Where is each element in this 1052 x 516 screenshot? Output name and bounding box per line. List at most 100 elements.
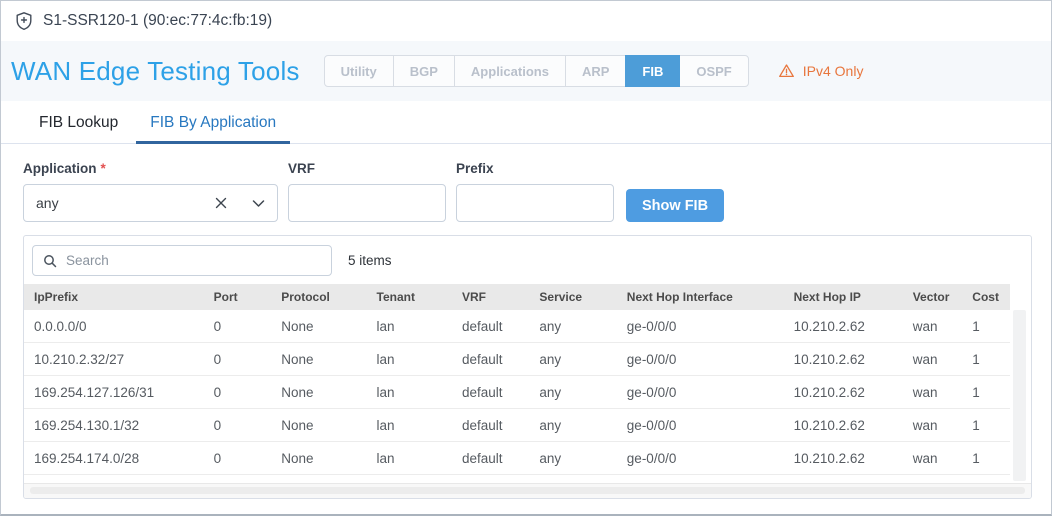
prefix-field: Prefix xyxy=(456,161,614,222)
cell-ipprefix: 169.254.130.1/32 xyxy=(34,417,140,433)
cell-ipprefix: 0.0.0.0/0 xyxy=(34,318,87,334)
cell-next-hop-interface: ge-0/0/0 xyxy=(626,351,677,367)
table-row[interactable]: 0.0.0.0/0 0 None lan default any ge-0/0/0 10.21… xyxy=(24,310,1010,343)
cell-service: any xyxy=(539,351,562,367)
cell-vector: wan xyxy=(912,384,938,400)
cell-protocol: None xyxy=(281,450,314,466)
table-row[interactable]: 169.254.130.1/32 0 None lan default any ge-0/0… xyxy=(24,409,1010,442)
application-select[interactable]: any xyxy=(23,184,278,222)
search-icon xyxy=(43,254,57,268)
column-header-protocol[interactable]: Protocol xyxy=(273,290,368,304)
show-fib-button[interactable]: Show FIB xyxy=(626,189,725,222)
cell-port: 0 xyxy=(213,417,222,433)
prefix-label: Prefix xyxy=(456,161,494,176)
cell-cost: 1 xyxy=(972,417,980,433)
cell-cost: 1 xyxy=(972,384,980,400)
table-toolbar: 5 items xyxy=(24,236,1031,284)
search-input[interactable] xyxy=(66,253,321,268)
required-marker: * xyxy=(100,161,106,176)
fib-results-table: 5 items IpPrefixPortProtocolTenantVRFSer… xyxy=(23,235,1032,499)
subtab-fib-lookup[interactable]: FIB Lookup xyxy=(25,101,132,144)
table-row[interactable]: 169.254.174.0/28 0 None lan default any ge-0/0… xyxy=(24,442,1010,475)
table-body: IpPrefix Port Protocol Tenant VRF Service Next… xyxy=(24,284,1031,483)
cell-protocol: None xyxy=(281,384,314,400)
column-header-tenant[interactable]: Tenant xyxy=(369,290,454,304)
cell-vector: wan xyxy=(912,318,938,334)
fib-subtabs: FIB Lookup FIB By Application xyxy=(1,101,1051,144)
cell-ipprefix: 10.210.2.32/27 xyxy=(34,351,125,367)
shield-plus-icon[interactable] xyxy=(14,11,34,31)
cell-service: any xyxy=(539,417,562,433)
subtab-fib-by-application[interactable]: FIB By Application xyxy=(136,101,291,144)
cell-next-hop-interface: ge-0/0/0 xyxy=(626,318,677,334)
cell-ipprefix: 169.254.174.0/28 xyxy=(34,450,140,466)
ipv4-warning: IPv4 Only xyxy=(778,63,864,79)
cell-tenant: lan xyxy=(376,450,395,466)
vrf-field: VRF xyxy=(288,161,446,222)
cell-cost: 1 xyxy=(972,450,980,466)
vrf-input[interactable] xyxy=(288,184,446,222)
items-count: 5 items xyxy=(348,253,392,268)
device-bar: S1-SSR120-1 (90:ec:77:4c:fb:19) xyxy=(1,1,1051,41)
column-header-next-hop-interface[interactable]: Next Hop Interface xyxy=(619,290,786,304)
cell-protocol: None xyxy=(281,351,314,367)
tab-fib[interactable]: FIB xyxy=(625,55,681,87)
table-row[interactable]: 169.254.127.126/31 0 None lan default any ge-0… xyxy=(24,376,1010,409)
column-header-next-hop-ip[interactable]: Next Hop IP xyxy=(786,290,905,304)
column-header-service[interactable]: Service xyxy=(531,290,618,304)
prefix-input[interactable] xyxy=(456,184,614,222)
cell-port: 0 xyxy=(213,450,222,466)
tab-arp[interactable]: ARP xyxy=(564,55,627,87)
cell-vrf: default xyxy=(461,351,503,367)
column-header-cost[interactable]: Cost xyxy=(964,290,1010,304)
cell-protocol: None xyxy=(281,417,314,433)
cell-next-hop-ip: 10.210.2.62 xyxy=(793,384,865,400)
cell-next-hop-interface: ge-0/0/0 xyxy=(626,417,677,433)
cell-port: 0 xyxy=(213,318,222,334)
application-field: Application * any xyxy=(23,161,278,222)
column-header-vrf[interactable]: VRF xyxy=(454,290,531,304)
clear-selection-icon[interactable] xyxy=(214,196,228,210)
table-row[interactable]: 10.210.2.32/27 0 None lan default any ge-0/0/0… xyxy=(24,343,1010,376)
tab-utility[interactable]: Utility xyxy=(323,55,394,87)
cell-next-hop-interface: ge-0/0/0 xyxy=(626,384,677,400)
column-header-port[interactable]: Port xyxy=(206,290,274,304)
tab-ospf[interactable]: OSPF xyxy=(679,55,749,87)
column-header-ipprefix[interactable]: IpPrefix xyxy=(24,290,206,304)
table-header-row: IpPrefix Port Protocol Tenant VRF Service Next… xyxy=(24,284,1010,310)
cell-service: any xyxy=(539,318,562,334)
horizontal-scrollbar-thumb[interactable] xyxy=(30,487,1025,494)
chevron-down-icon[interactable] xyxy=(252,199,265,208)
column-header-vector[interactable]: Vector xyxy=(905,290,965,304)
cell-port: 0 xyxy=(213,384,222,400)
horizontal-scrollbar[interactable] xyxy=(24,483,1031,498)
cell-next-hop-interface: ge-0/0/0 xyxy=(626,450,677,466)
page-title: WAN Edge Testing Tools xyxy=(11,55,300,86)
cell-vector: wan xyxy=(912,417,938,433)
vertical-scrollbar[interactable] xyxy=(1013,310,1026,481)
cell-vector: wan xyxy=(912,450,938,466)
warning-triangle-icon xyxy=(778,63,795,79)
cell-tenant: lan xyxy=(376,384,395,400)
application-label: Application * xyxy=(23,161,106,176)
fib-filter-form: Application * any VRF Prefix Show FIB xyxy=(1,144,1051,222)
cell-tenant: lan xyxy=(376,351,395,367)
cell-tenant: lan xyxy=(376,318,395,334)
cell-vrf: default xyxy=(461,450,503,466)
cell-vrf: default xyxy=(461,318,503,334)
cell-service: any xyxy=(539,450,562,466)
vrf-label: VRF xyxy=(288,161,315,176)
page-header: WAN Edge Testing Tools Utility BGP Applica… xyxy=(1,41,1051,101)
warning-label: IPv4 Only xyxy=(802,63,864,79)
cell-port: 0 xyxy=(213,351,222,367)
search-box[interactable] xyxy=(32,245,332,276)
cell-next-hop-ip: 10.210.2.62 xyxy=(793,318,865,334)
cell-cost: 1 xyxy=(972,318,980,334)
tab-applications[interactable]: Applications xyxy=(453,55,566,87)
cell-next-hop-ip: 10.210.2.62 xyxy=(793,351,865,367)
cell-next-hop-ip: 10.210.2.62 xyxy=(793,417,865,433)
cell-vrf: default xyxy=(461,384,503,400)
testing-tools-tabs: Utility BGP Applications ARP FIB OSPF xyxy=(323,55,749,87)
application-selected-value: any xyxy=(36,195,59,211)
tab-bgp[interactable]: BGP xyxy=(392,55,455,87)
